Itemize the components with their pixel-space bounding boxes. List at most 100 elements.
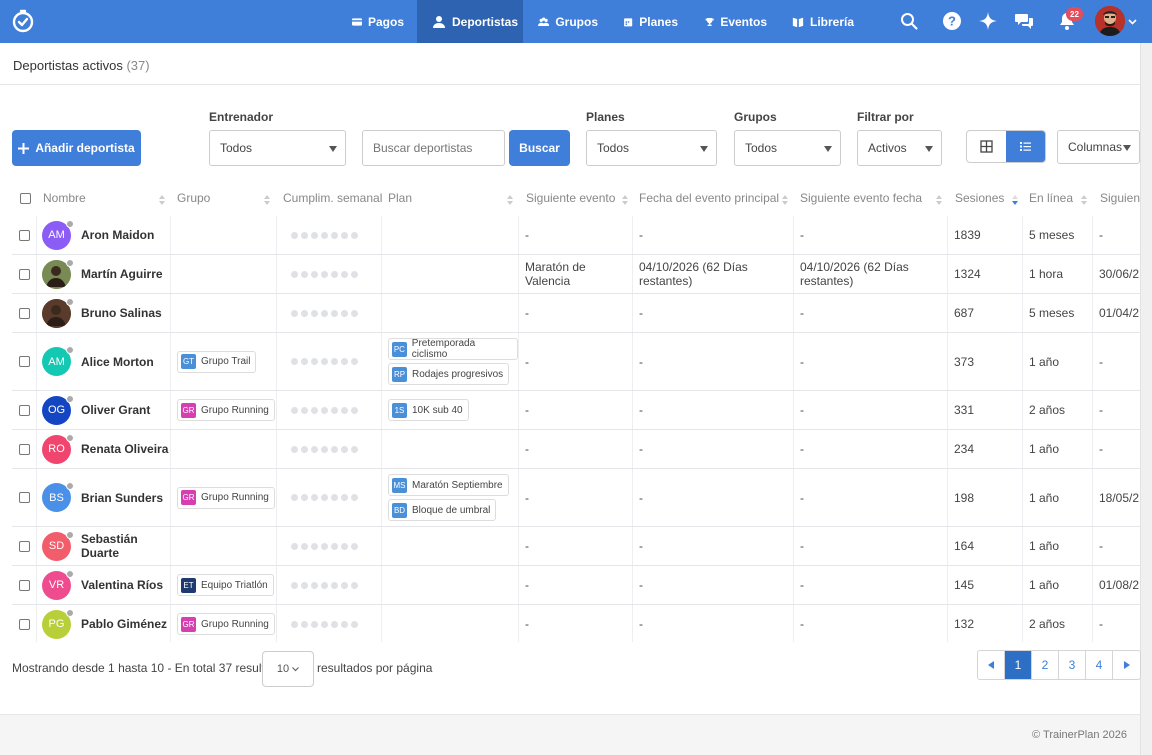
- header-nombre[interactable]: Nombre: [43, 180, 86, 216]
- table-row[interactable]: BS Brian Sunders GR Grupo Running MS Maratón …: [12, 469, 1140, 527]
- user-avatar[interactable]: [1095, 6, 1125, 36]
- row-checkbox[interactable]: [18, 443, 30, 455]
- athlete-name[interactable]: Martín Aguirre: [81, 267, 163, 281]
- sort-icon[interactable]: [507, 195, 513, 205]
- athlete-name[interactable]: Alice Morton: [81, 355, 154, 369]
- help-icon[interactable]: ?: [942, 11, 962, 31]
- sort-icon[interactable]: [936, 195, 942, 205]
- row-checkbox[interactable]: [18, 229, 30, 241]
- row-checkbox[interactable]: [18, 356, 30, 367]
- sparkle-icon[interactable]: [978, 11, 998, 31]
- row-checkbox[interactable]: [18, 268, 30, 280]
- athlete-search-input[interactable]: [362, 130, 505, 166]
- athlete-avatar[interactable]: OG: [42, 394, 74, 425]
- table-row[interactable]: VR Valentina Ríos ET Equipo Triatlón - - -145 1…: [12, 566, 1140, 605]
- plan-tag[interactable]: BD Bloque de umbral: [388, 499, 497, 521]
- sort-icon[interactable]: [622, 195, 628, 205]
- groups-select[interactable]: Todos: [734, 130, 841, 166]
- nav-grupos[interactable]: Grupos: [538, 0, 598, 43]
- chevron-down-icon[interactable]: [1128, 17, 1137, 26]
- row-checkbox[interactable]: [18, 404, 30, 416]
- table-row[interactable]: Bruno Salinas - - -687 5 meses 01/04/2: [12, 294, 1140, 333]
- athlete-avatar[interactable]: AM: [42, 219, 74, 250]
- search-button[interactable]: Buscar: [509, 130, 570, 166]
- table-row[interactable]: AM Aron Maidon - - -1839 5 meses -: [12, 216, 1140, 255]
- athlete-avatar[interactable]: AM: [42, 346, 74, 376]
- status-select[interactable]: Activos: [857, 130, 942, 166]
- header-grupo[interactable]: Grupo: [177, 180, 210, 216]
- athlete-name[interactable]: Pablo Giménez: [81, 617, 167, 631]
- table-row[interactable]: OG Oliver Grant GR Grupo Running 1S 10K sub 4…: [12, 391, 1140, 430]
- per-page-select[interactable]: 10: [262, 651, 314, 687]
- add-athlete-button[interactable]: Añadir deportista: [12, 130, 141, 166]
- page-2-button[interactable]: 2: [1032, 651, 1059, 679]
- header-cumplim[interactable]: Cumplim. semanal: [283, 180, 382, 216]
- sort-icon[interactable]: [159, 195, 165, 205]
- row-checkbox[interactable]: [18, 618, 30, 630]
- sort-icon[interactable]: [782, 195, 788, 205]
- next-page-button[interactable]: [1113, 651, 1140, 679]
- group-tag[interactable]: GR Grupo Running: [177, 399, 275, 421]
- prev-page-button[interactable]: [978, 651, 1005, 679]
- chat-icon[interactable]: [1014, 11, 1034, 31]
- page-1-button[interactable]: 1: [1005, 651, 1032, 679]
- athlete-avatar[interactable]: BS: [42, 482, 74, 512]
- athlete-name[interactable]: Aron Maidon: [81, 228, 154, 242]
- table-row[interactable]: Martín Aguirre Maratón de Valencia 04/10/2…: [12, 255, 1140, 294]
- athlete-avatar[interactable]: VR: [42, 569, 74, 600]
- header-siguiente[interactable]: Siguient: [1100, 180, 1140, 216]
- header-en-linea[interactable]: En línea: [1029, 180, 1073, 216]
- sort-desc-icon[interactable]: [1012, 195, 1018, 205]
- nav-planes[interactable]: Planes: [623, 0, 678, 43]
- group-tag[interactable]: GR Grupo Running: [177, 613, 275, 635]
- table-row[interactable]: RO Renata Oliveira - - -234 1 año -: [12, 430, 1140, 469]
- sort-icon[interactable]: [1081, 195, 1087, 205]
- select-all-checkbox[interactable]: [20, 192, 31, 204]
- coach-select[interactable]: Todos: [209, 130, 346, 166]
- columns-select[interactable]: Columnas: [1057, 130, 1140, 164]
- nav-pagos[interactable]: Pagos: [352, 0, 404, 43]
- group-tag[interactable]: GT Grupo Trail: [177, 350, 257, 373]
- table-row[interactable]: SD Sebastián Duarte - - -164 1 año -: [12, 527, 1140, 566]
- plans-select[interactable]: Todos: [586, 130, 717, 166]
- athlete-avatar[interactable]: RO: [42, 433, 74, 464]
- app-logo-icon[interactable]: [11, 9, 35, 33]
- athlete-name[interactable]: Oliver Grant: [81, 403, 150, 417]
- header-fecha-principal[interactable]: Fecha del evento principal: [639, 180, 779, 216]
- row-checkbox[interactable]: [18, 307, 30, 319]
- athlete-name[interactable]: Brian Sunders: [81, 491, 163, 505]
- search-icon[interactable]: [899, 11, 919, 31]
- row-checkbox[interactable]: [18, 579, 30, 591]
- nav-libreria[interactable]: Librería: [792, 0, 854, 43]
- page-4-button[interactable]: 4: [1086, 651, 1113, 679]
- athlete-avatar[interactable]: [42, 258, 74, 289]
- header-sesiones[interactable]: Sesiones: [955, 180, 1004, 216]
- plan-tag[interactable]: RP Rodajes progresivos: [388, 363, 510, 385]
- page-3-button[interactable]: 3: [1059, 651, 1086, 679]
- group-tag[interactable]: ET Equipo Triatlón: [177, 574, 274, 596]
- row-checkbox[interactable]: [18, 540, 30, 552]
- list-view-button[interactable]: [1006, 131, 1045, 162]
- table-row[interactable]: PG Pablo Giménez GR Grupo Running - - -132 2 añ…: [12, 605, 1140, 642]
- plan-tag[interactable]: MS Maratón Septiembre: [388, 474, 509, 496]
- header-plan[interactable]: Plan: [388, 180, 412, 216]
- grid-view-button[interactable]: [967, 131, 1006, 162]
- row-checkbox[interactable]: [18, 492, 30, 503]
- header-siguiente-fecha[interactable]: Siguiente evento fecha: [800, 180, 922, 216]
- athlete-avatar[interactable]: [42, 297, 74, 328]
- group-tag[interactable]: GR Grupo Running: [177, 486, 275, 509]
- table-row[interactable]: AM Alice Morton GT Grupo Trail PC Pretemporad…: [12, 333, 1140, 391]
- nav-eventos[interactable]: Eventos: [705, 0, 767, 43]
- athlete-name[interactable]: Bruno Salinas: [81, 306, 162, 320]
- athlete-name[interactable]: Renata Oliveira: [81, 442, 168, 456]
- sort-icon[interactable]: [264, 195, 270, 205]
- header-siguiente-evento[interactable]: Siguiente evento: [526, 180, 615, 216]
- athlete-name[interactable]: Valentina Ríos: [81, 578, 163, 592]
- plan-tag[interactable]: 1S 10K sub 40: [388, 399, 469, 421]
- plan-tag[interactable]: PC Pretemporada ciclismo: [388, 338, 518, 360]
- nav-deportistas[interactable]: Deportistas: [417, 0, 523, 43]
- athlete-avatar[interactable]: PG: [42, 608, 74, 639]
- page-scrollbar[interactable]: [1140, 43, 1152, 755]
- athlete-name[interactable]: Sebastián Duarte: [81, 532, 170, 560]
- athlete-avatar[interactable]: SD: [42, 530, 74, 561]
